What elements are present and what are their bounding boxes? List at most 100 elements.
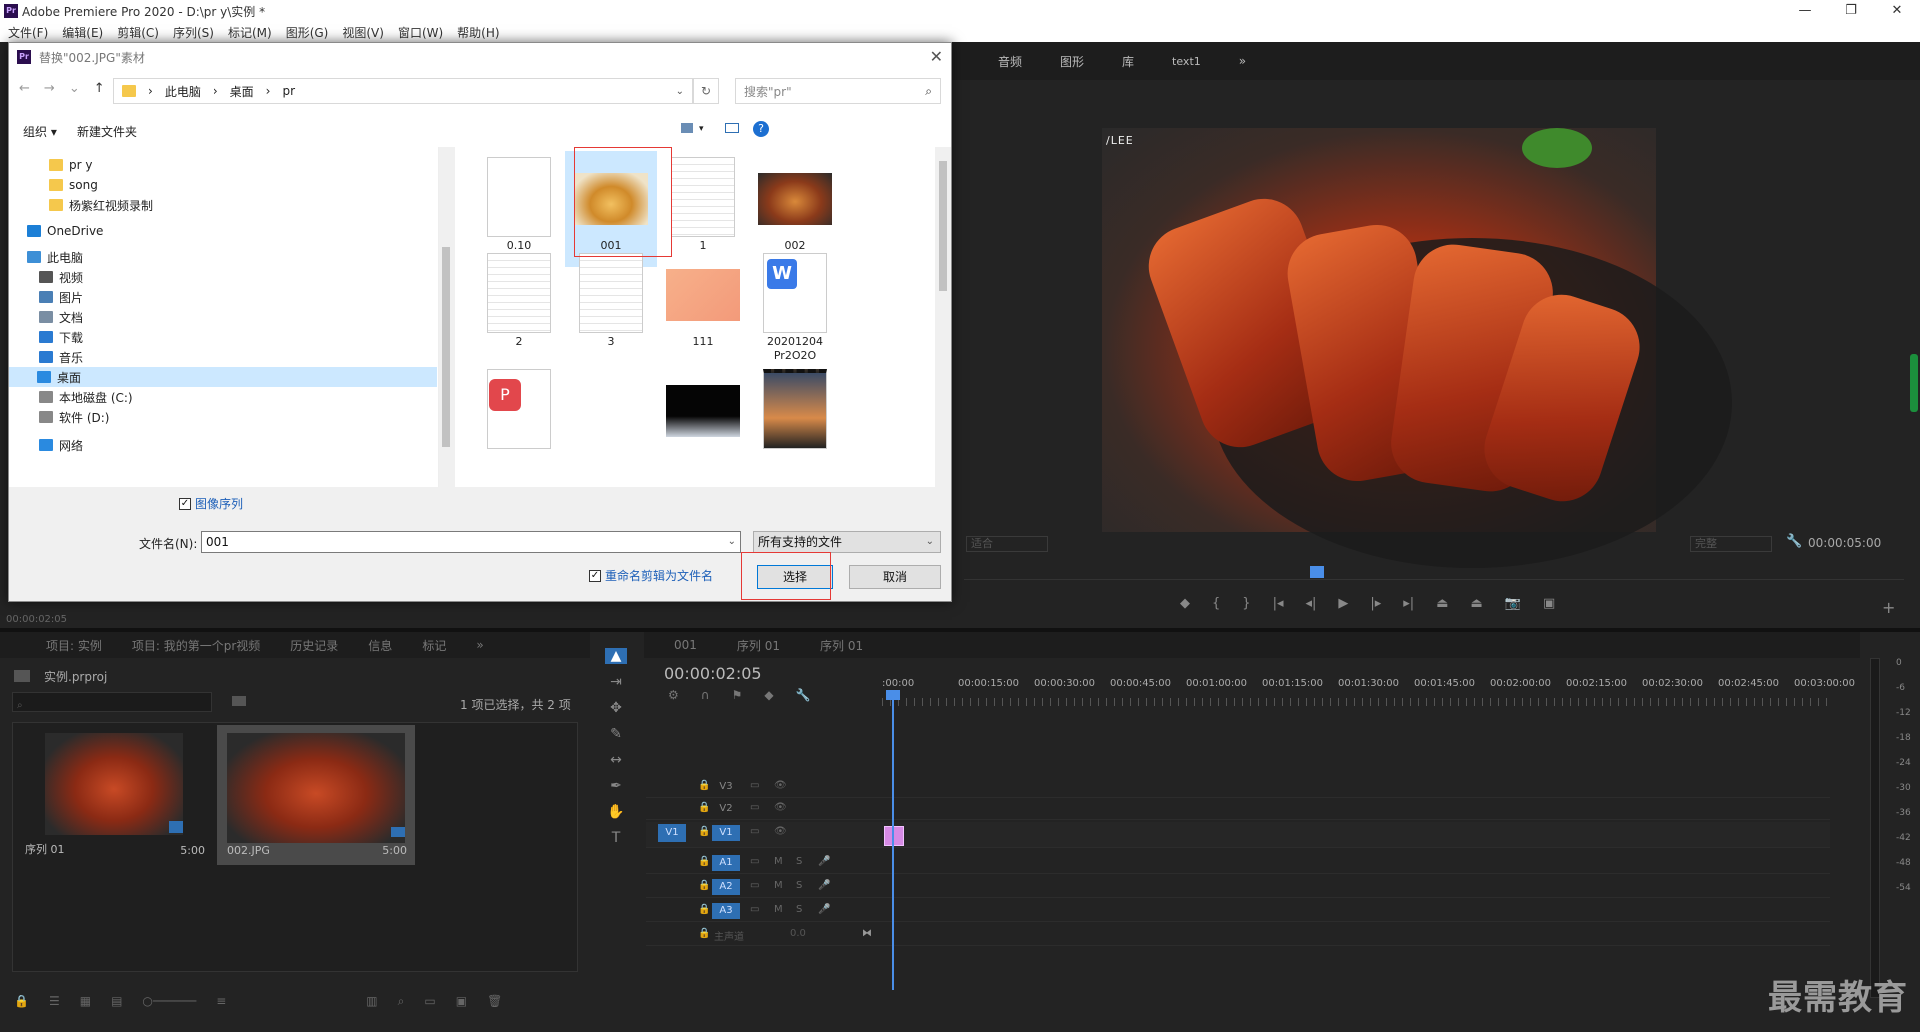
file-item[interactable]: 3 [565,247,657,363]
tab-timeline-001[interactable]: 001 [674,638,697,652]
recent-dropdown-icon[interactable]: ⌄ [69,81,80,96]
menu-graphics[interactable]: 图形(G) [286,24,329,41]
quality-dropdown[interactable]: 完整 [1690,536,1772,552]
search-input[interactable]: 搜索"pr" ⌕ [735,78,941,104]
tree-item[interactable]: 图片 [39,287,83,307]
sort-icon[interactable]: ≡ [216,994,226,1008]
image-sequence-checkbox[interactable]: ✓ [179,497,191,510]
lock-icon[interactable]: 🔒 [698,856,710,867]
project-item-image[interactable]: 002.JPG 5:00 [217,725,415,865]
tree-item[interactable]: 视频 [39,267,83,287]
tree-item[interactable]: 桌面 [9,367,437,387]
tab-library[interactable]: 库 [1122,53,1134,70]
expand-icon[interactable]: ⧓ [862,928,872,939]
type-tool-icon[interactable]: T [612,830,621,846]
breadcrumb-sep-icon[interactable]: › [148,84,153,98]
tree-item[interactable]: 软件 (D:) [39,407,109,427]
tab-project-first[interactable]: 项目: 我的第一个pr视频 [132,637,260,654]
tree-scrollbar[interactable] [439,147,453,487]
view-mode-icon[interactable] [681,123,693,133]
file-item[interactable] [749,363,841,479]
lock-icon[interactable]: 🔒 [698,928,710,939]
sync-lock-icon[interactable]: ▭ [750,780,759,791]
file-item[interactable]: 111 [657,247,749,363]
mute-icon[interactable]: M [774,856,783,867]
new-folder-button[interactable]: 新建文件夹 [77,123,137,140]
address-bar[interactable]: › 此电脑 › 桌面 › pr ⌄ [113,78,693,104]
microphone-icon[interactable]: 🎤 [818,880,830,891]
timeline-clip[interactable] [884,826,904,846]
scroll-thumb[interactable] [939,161,947,291]
chevron-down-icon[interactable]: ▾ [699,124,704,134]
breadcrumb-sep-icon[interactable]: › [213,84,218,98]
dialog-close-icon[interactable]: ✕ [930,47,943,66]
cancel-button[interactable]: 取消 [849,565,941,589]
wrench-icon[interactable]: 🔧 [1786,534,1802,549]
tab-info[interactable]: 信息 [368,637,392,654]
track-label[interactable]: A2 [712,879,740,895]
lock-icon[interactable]: 🔒 [698,780,710,791]
play-icon[interactable]: ▶ [1338,596,1348,618]
menu-edit[interactable]: 编辑(E) [62,24,103,41]
timeline-timecode[interactable]: 00:00:02:05 [664,664,762,683]
tree-item[interactable]: 下载 [39,327,83,347]
playhead-line[interactable] [892,690,894,990]
tab-text1[interactable]: text1 [1172,55,1201,68]
sync-lock-icon[interactable]: ▭ [750,826,759,837]
settings-icon[interactable]: 🔧 [796,688,811,702]
track-label[interactable]: V2 [712,801,740,817]
preview-pane-icon[interactable] [725,123,739,133]
tab-timeline-seq-active[interactable]: 序列 01 [820,637,863,654]
new-search-bin-icon[interactable] [232,696,246,706]
step-forward-icon[interactable]: |▸ [1370,596,1381,618]
chevron-down-icon[interactable]: ⌄ [926,532,934,552]
tree-item[interactable]: 本地磁盘 (C:) [39,387,133,407]
back-icon[interactable]: ← [19,81,30,96]
organize-button[interactable]: 组织 ▾ [23,123,57,140]
project-search-input[interactable]: ⌕ [12,692,212,712]
file-item[interactable] [657,363,749,479]
scroll-thumb[interactable] [442,247,450,447]
solo-icon[interactable]: S [796,880,802,891]
filename-input[interactable]: 001 ⌄ [201,531,741,553]
minimize-icon[interactable]: — [1782,0,1828,22]
maximize-icon[interactable]: ❐ [1828,0,1874,22]
breadcrumb-desktop[interactable]: 桌面 [230,83,254,100]
mute-icon[interactable]: M [774,904,783,915]
track-select-icon[interactable]: ⇥ [610,674,622,690]
menu-file[interactable]: 文件(F) [8,24,48,41]
tab-project-shili[interactable]: 项目: 实例 [46,637,102,654]
up-icon[interactable]: ↑ [94,81,105,96]
tree-item[interactable]: 此电脑 [27,247,83,267]
snap-icon[interactable]: ∩ [701,688,710,702]
menu-clip[interactable]: 剪辑(C) [117,24,159,41]
tree-item[interactable]: 杨紫红视频录制 [49,195,153,215]
tree-item[interactable]: pr y [49,155,92,175]
add-marker-icon[interactable]: ◆ [764,688,773,702]
add-button-icon[interactable]: + [1882,598,1895,617]
trash-icon[interactable]: 🗑 [487,994,502,1008]
zoom-slider[interactable]: ○────── [142,994,196,1008]
chevron-down-icon[interactable]: ⌄ [676,86,684,97]
nest-icon[interactable]: ⚙ [668,688,679,702]
solo-icon[interactable]: S [796,904,802,915]
file-item[interactable]: 2 [473,247,565,363]
track-label[interactable]: V1 [712,825,740,841]
track-label[interactable]: A3 [712,903,740,919]
chevron-down-icon[interactable]: ⌄ [728,532,736,552]
tab-audio[interactable]: 音频 [998,53,1022,70]
tab-history[interactable]: 历史记录 [290,637,338,654]
track-label[interactable]: A1 [712,855,740,871]
fit-dropdown[interactable]: 适合 [966,536,1048,552]
menu-marker[interactable]: 标记(M) [228,24,272,41]
tab-timeline-seq[interactable]: 序列 01 [737,637,780,654]
hand-icon[interactable]: ✋ [607,804,624,820]
icon-view-icon[interactable]: ▦ [80,994,91,1008]
menu-window[interactable]: 窗口(W) [398,24,443,41]
breadcrumb-pr[interactable]: pr [282,84,295,98]
solo-icon[interactable]: S [796,856,802,867]
rename-option[interactable]: ✓ 重命名剪辑为文件名 [589,567,713,584]
lock-icon[interactable]: 🔒 [698,826,710,837]
menu-view[interactable]: 视图(V) [342,24,384,41]
sync-lock-icon[interactable]: ▭ [750,880,759,891]
